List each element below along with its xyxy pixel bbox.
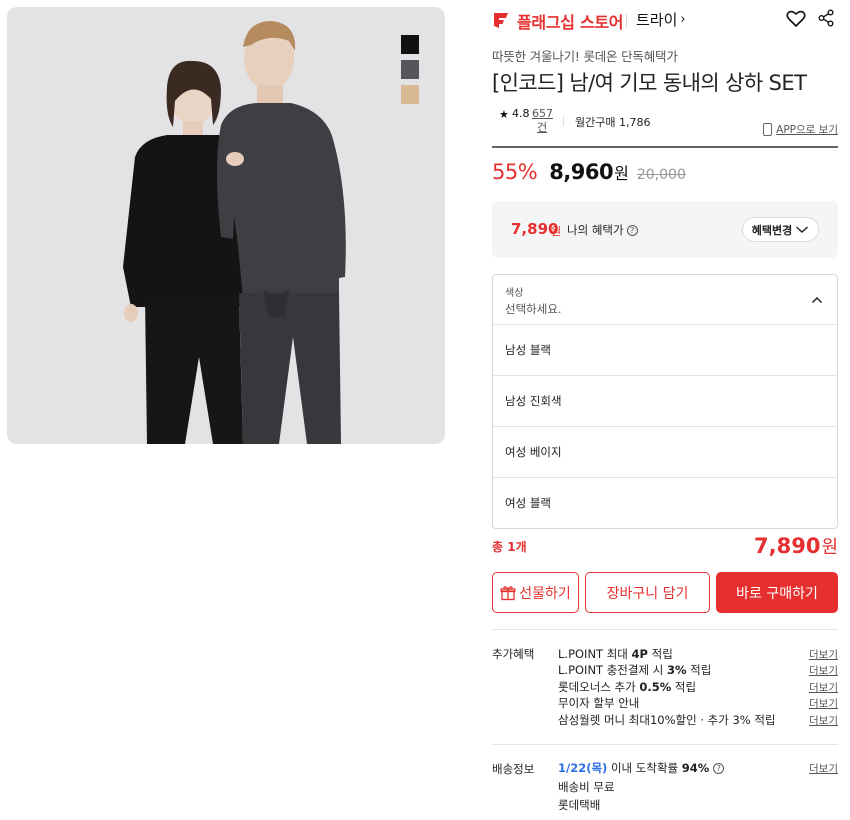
gift-button[interactable]: 선물하기 (492, 572, 579, 613)
delivery-fee: 배송비 무료 (558, 780, 615, 794)
benefit-label: 나의 혜택가 ? (567, 222, 638, 238)
brand-name: 트라이 (636, 11, 678, 29)
product-image[interactable] (7, 7, 445, 444)
discount-rate: 55% (492, 160, 538, 184)
option-item-label: 여성 블랙 (505, 496, 551, 510)
swatch-beige[interactable] (401, 85, 419, 104)
delivery-date: 1/22(목) (558, 761, 608, 775)
store-row: 플래그십 스토어 트라이 › (492, 9, 838, 33)
product-photo-models (123, 21, 346, 444)
help-icon[interactable]: ? (626, 224, 638, 236)
more-link[interactable]: 더보기 (809, 680, 838, 695)
delivery-carrier: 롯데택배 (558, 798, 601, 812)
buy-now-label: 바로 구매하기 (736, 585, 818, 602)
original-price: 20,000 (636, 167, 686, 183)
delivery-title: 배송정보 (492, 762, 535, 776)
option-label: 색상 (505, 288, 524, 299)
store-divider (626, 14, 627, 27)
extra-benefits-title: 추가혜택 (492, 647, 535, 661)
more-link[interactable]: 더보기 (809, 647, 838, 662)
benefit-line-text: L.POINT 충전결제 시 (558, 663, 667, 677)
benefit-change-label: 혜택변경 (751, 223, 793, 237)
gift-button-label: 선물하기 (519, 585, 571, 602)
more-link[interactable]: 더보기 (809, 696, 838, 711)
benefit-line-text: 롯데오너스 추가 (558, 680, 640, 694)
total-price: 7,890 원 (754, 533, 838, 559)
benefit-line-highlight: 0.5% (639, 680, 672, 694)
app-view-label: APP으로 보기 (776, 124, 838, 136)
swatch-charcoal[interactable] (401, 60, 419, 79)
color-swatches (401, 35, 419, 104)
benefit-change-button[interactable]: 혜택변경 (742, 217, 819, 242)
swatch-black[interactable] (401, 35, 419, 54)
divider (492, 629, 838, 630)
gift-icon (500, 585, 516, 600)
option-item-label: 남성 진회색 (505, 394, 562, 408)
phone-icon (763, 123, 773, 136)
option-item-label: 여성 베이지 (505, 445, 562, 459)
price-row: 55% 8,960 원 20,000 (492, 160, 686, 188)
option-item[interactable]: 남성 블랙 (493, 324, 837, 375)
help-icon[interactable]: ? (713, 762, 725, 774)
total-price-value: 7,890 (754, 534, 821, 558)
add-to-cart-button[interactable]: 장바구니 담기 (585, 572, 710, 613)
delivery-probability: 94% (681, 761, 710, 775)
chevron-down-icon (796, 226, 809, 233)
option-item-label: 남성 블랙 (505, 343, 551, 357)
divider (492, 146, 838, 148)
brand-link[interactable]: 트라이 › (636, 9, 686, 30)
more-link[interactable]: 더보기 (809, 713, 838, 728)
benefit-line: L.POINT 최대 4P 적립 (558, 646, 673, 662)
benefit-price-unit: 원 (551, 225, 562, 238)
store-name[interactable]: 플래그십 스토어 (517, 9, 624, 33)
more-link[interactable]: 더보기 (809, 663, 838, 678)
benefit-line-highlight: 4P (631, 647, 648, 661)
delivery-arrival-text: 이내 도착확률 (607, 761, 682, 775)
monthly-purchase: 월간구매 1,786 (575, 116, 651, 129)
rating-row: ★ 4.8 657 건 월간구매 1,786 APP으로 보기 (492, 105, 838, 139)
share-icon[interactable] (818, 9, 834, 27)
total-quantity: 총 1개 (492, 540, 527, 554)
option-item[interactable]: 남성 진회색 (493, 375, 837, 426)
option-select-header[interactable]: 색상 선택하세요. (493, 275, 837, 324)
meta-divider (563, 116, 564, 126)
sale-price: 8,960 (549, 160, 614, 184)
add-to-cart-label: 장바구니 담기 (606, 585, 689, 602)
benefit-line: L.POINT 충전결제 시 3% 적립 (558, 662, 711, 678)
my-benefit-box: 7,890 원 나의 혜택가 ? 혜택변경 (492, 201, 838, 258)
benefit-line-text: 적립 (647, 647, 673, 661)
color-option-select[interactable]: 색상 선택하세요. 남성 블랙 남성 진회색 여성 베이지 여성 블랙 (492, 274, 838, 529)
flagship-store-logo-icon (494, 13, 508, 28)
benefit-label-text: 나의 혜택가 (567, 223, 624, 237)
benefit-line-highlight: 3% (666, 663, 687, 677)
rating-value: 4.8 (512, 107, 530, 120)
product-title: [인코드] 남/여 기모 동내의 상하 SET (492, 71, 807, 95)
benefit-line-text: 적립 (671, 680, 697, 694)
total-price-unit: 원 (821, 537, 838, 558)
benefit-line: 삼성월렛 머니 최대10%할인 · 추가 3% 적립 (558, 712, 776, 728)
chevron-right-icon: › (680, 12, 686, 27)
benefit-line-text: 적립 (686, 663, 712, 677)
option-placeholder: 선택하세요. (505, 302, 562, 316)
promo-subtitle: 따뜻한 겨울나기! 롯데온 단독혜택가 (492, 49, 678, 64)
benefit-line-text: 무이자 할부 안내 (558, 696, 640, 710)
app-view-link[interactable]: APP으로 보기 (763, 122, 838, 137)
benefit-line-text: L.POINT 최대 (558, 647, 632, 661)
delivery-estimate: 1/22(목) 이내 도착확률 94% ? (558, 760, 725, 776)
benefit-line: 롯데오너스 추가 0.5% 적립 (558, 679, 696, 695)
buy-now-button[interactable]: 바로 구매하기 (716, 572, 838, 613)
option-item[interactable]: 여성 블랙 (493, 477, 837, 528)
option-item[interactable]: 여성 베이지 (493, 426, 837, 477)
star-icon: ★ (499, 108, 509, 121)
sale-price-unit: 원 (614, 164, 629, 183)
chevron-up-icon (811, 296, 823, 304)
review-count-link[interactable]: 657 건 (532, 107, 553, 135)
heart-icon[interactable] (786, 9, 806, 28)
divider (492, 744, 838, 745)
benefit-line-text: 삼성월렛 머니 최대10%할인 · 추가 3% 적립 (558, 713, 776, 727)
benefit-line: 무이자 할부 안내 (558, 695, 639, 711)
more-link[interactable]: 더보기 (809, 761, 838, 776)
